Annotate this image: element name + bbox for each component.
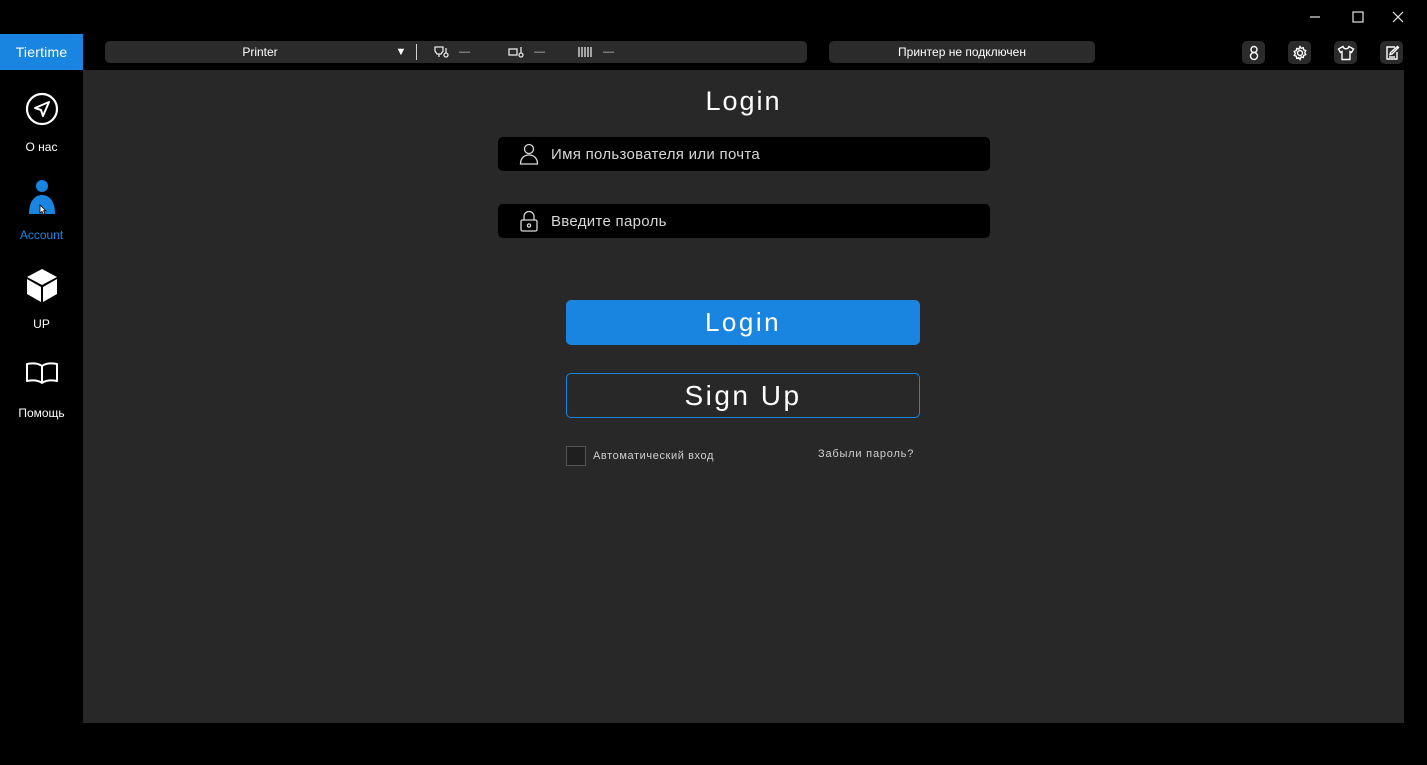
account-button[interactable] bbox=[1242, 41, 1265, 64]
cube-icon bbox=[26, 269, 57, 302]
user-icon bbox=[519, 143, 539, 165]
printer-bar: Printer ▼ — — — bbox=[105, 41, 807, 63]
signup-button[interactable]: Sign Up bbox=[566, 373, 920, 418]
close-icon bbox=[1392, 11, 1404, 23]
minimize-button[interactable] bbox=[1292, 0, 1338, 34]
maximize-icon bbox=[1352, 11, 1364, 23]
page-title: Login bbox=[705, 86, 782, 116]
login-panel: Login Login Sign Up Автоматический вход … bbox=[83, 70, 1404, 723]
material-button[interactable] bbox=[1334, 41, 1357, 64]
nozzle-temp-status: — bbox=[433, 41, 470, 63]
send-icon bbox=[25, 92, 58, 126]
printer-selector[interactable]: Printer bbox=[105, 41, 415, 63]
title-bar bbox=[0, 0, 1427, 34]
sidebar-item-account[interactable]: Account bbox=[0, 174, 83, 254]
sidebar-item-up[interactable]: UP bbox=[0, 263, 83, 343]
person-icon bbox=[28, 180, 55, 215]
printer-status: Принтер не подключен bbox=[829, 41, 1095, 63]
auto-login-option[interactable]: Автоматический вход bbox=[566, 446, 714, 466]
password-field[interactable] bbox=[498, 204, 990, 238]
bed-temp-icon bbox=[508, 47, 524, 58]
password-input[interactable] bbox=[551, 212, 971, 230]
bed-temp-value: — bbox=[534, 46, 545, 58]
auto-login-checkbox[interactable] bbox=[566, 446, 586, 466]
filament-icon bbox=[578, 47, 592, 57]
bed-temp-status: — bbox=[508, 41, 545, 63]
sidebar-item-help[interactable]: Помощь bbox=[0, 352, 83, 432]
sidebar-item-label: Помощь bbox=[18, 406, 65, 420]
nozzle-temp-icon bbox=[434, 46, 449, 58]
material-value: — bbox=[603, 46, 614, 58]
logo-text: Tiertime bbox=[15, 44, 68, 60]
edit-icon bbox=[1385, 45, 1399, 60]
sidebar-item-label: О нас bbox=[25, 140, 58, 154]
sidebar: О нас Account UP Помощь bbox=[0, 70, 83, 765]
sidebar-item-label: UP bbox=[33, 317, 50, 331]
material-status: — bbox=[577, 41, 614, 63]
lock-icon bbox=[520, 210, 538, 232]
edit-button[interactable] bbox=[1380, 41, 1403, 64]
divider bbox=[416, 44, 417, 60]
minimize-icon bbox=[1310, 16, 1320, 18]
printer-dropdown-button[interactable]: ▼ bbox=[393, 41, 409, 63]
nozzle-temp-value: — bbox=[459, 46, 470, 58]
account-icon bbox=[1249, 45, 1258, 60]
auto-login-label: Автоматический вход bbox=[593, 450, 715, 462]
login-button[interactable]: Login bbox=[566, 300, 920, 345]
brand-logo: Tiertime bbox=[0, 34, 83, 70]
close-button[interactable] bbox=[1375, 0, 1421, 34]
book-icon bbox=[25, 362, 58, 384]
sidebar-item-about[interactable]: О нас bbox=[0, 88, 83, 168]
settings-button[interactable] bbox=[1288, 41, 1311, 64]
toolbar: Printer ▼ — — — Принтер не подключен bbox=[83, 34, 1427, 70]
username-field[interactable] bbox=[498, 137, 990, 171]
username-input[interactable] bbox=[551, 145, 971, 163]
settings-icon bbox=[1292, 44, 1307, 61]
tshirt-icon bbox=[1337, 44, 1354, 60]
sidebar-item-label: Account bbox=[19, 228, 64, 242]
forgot-password-link[interactable]: Забыли пароль? bbox=[818, 448, 914, 460]
